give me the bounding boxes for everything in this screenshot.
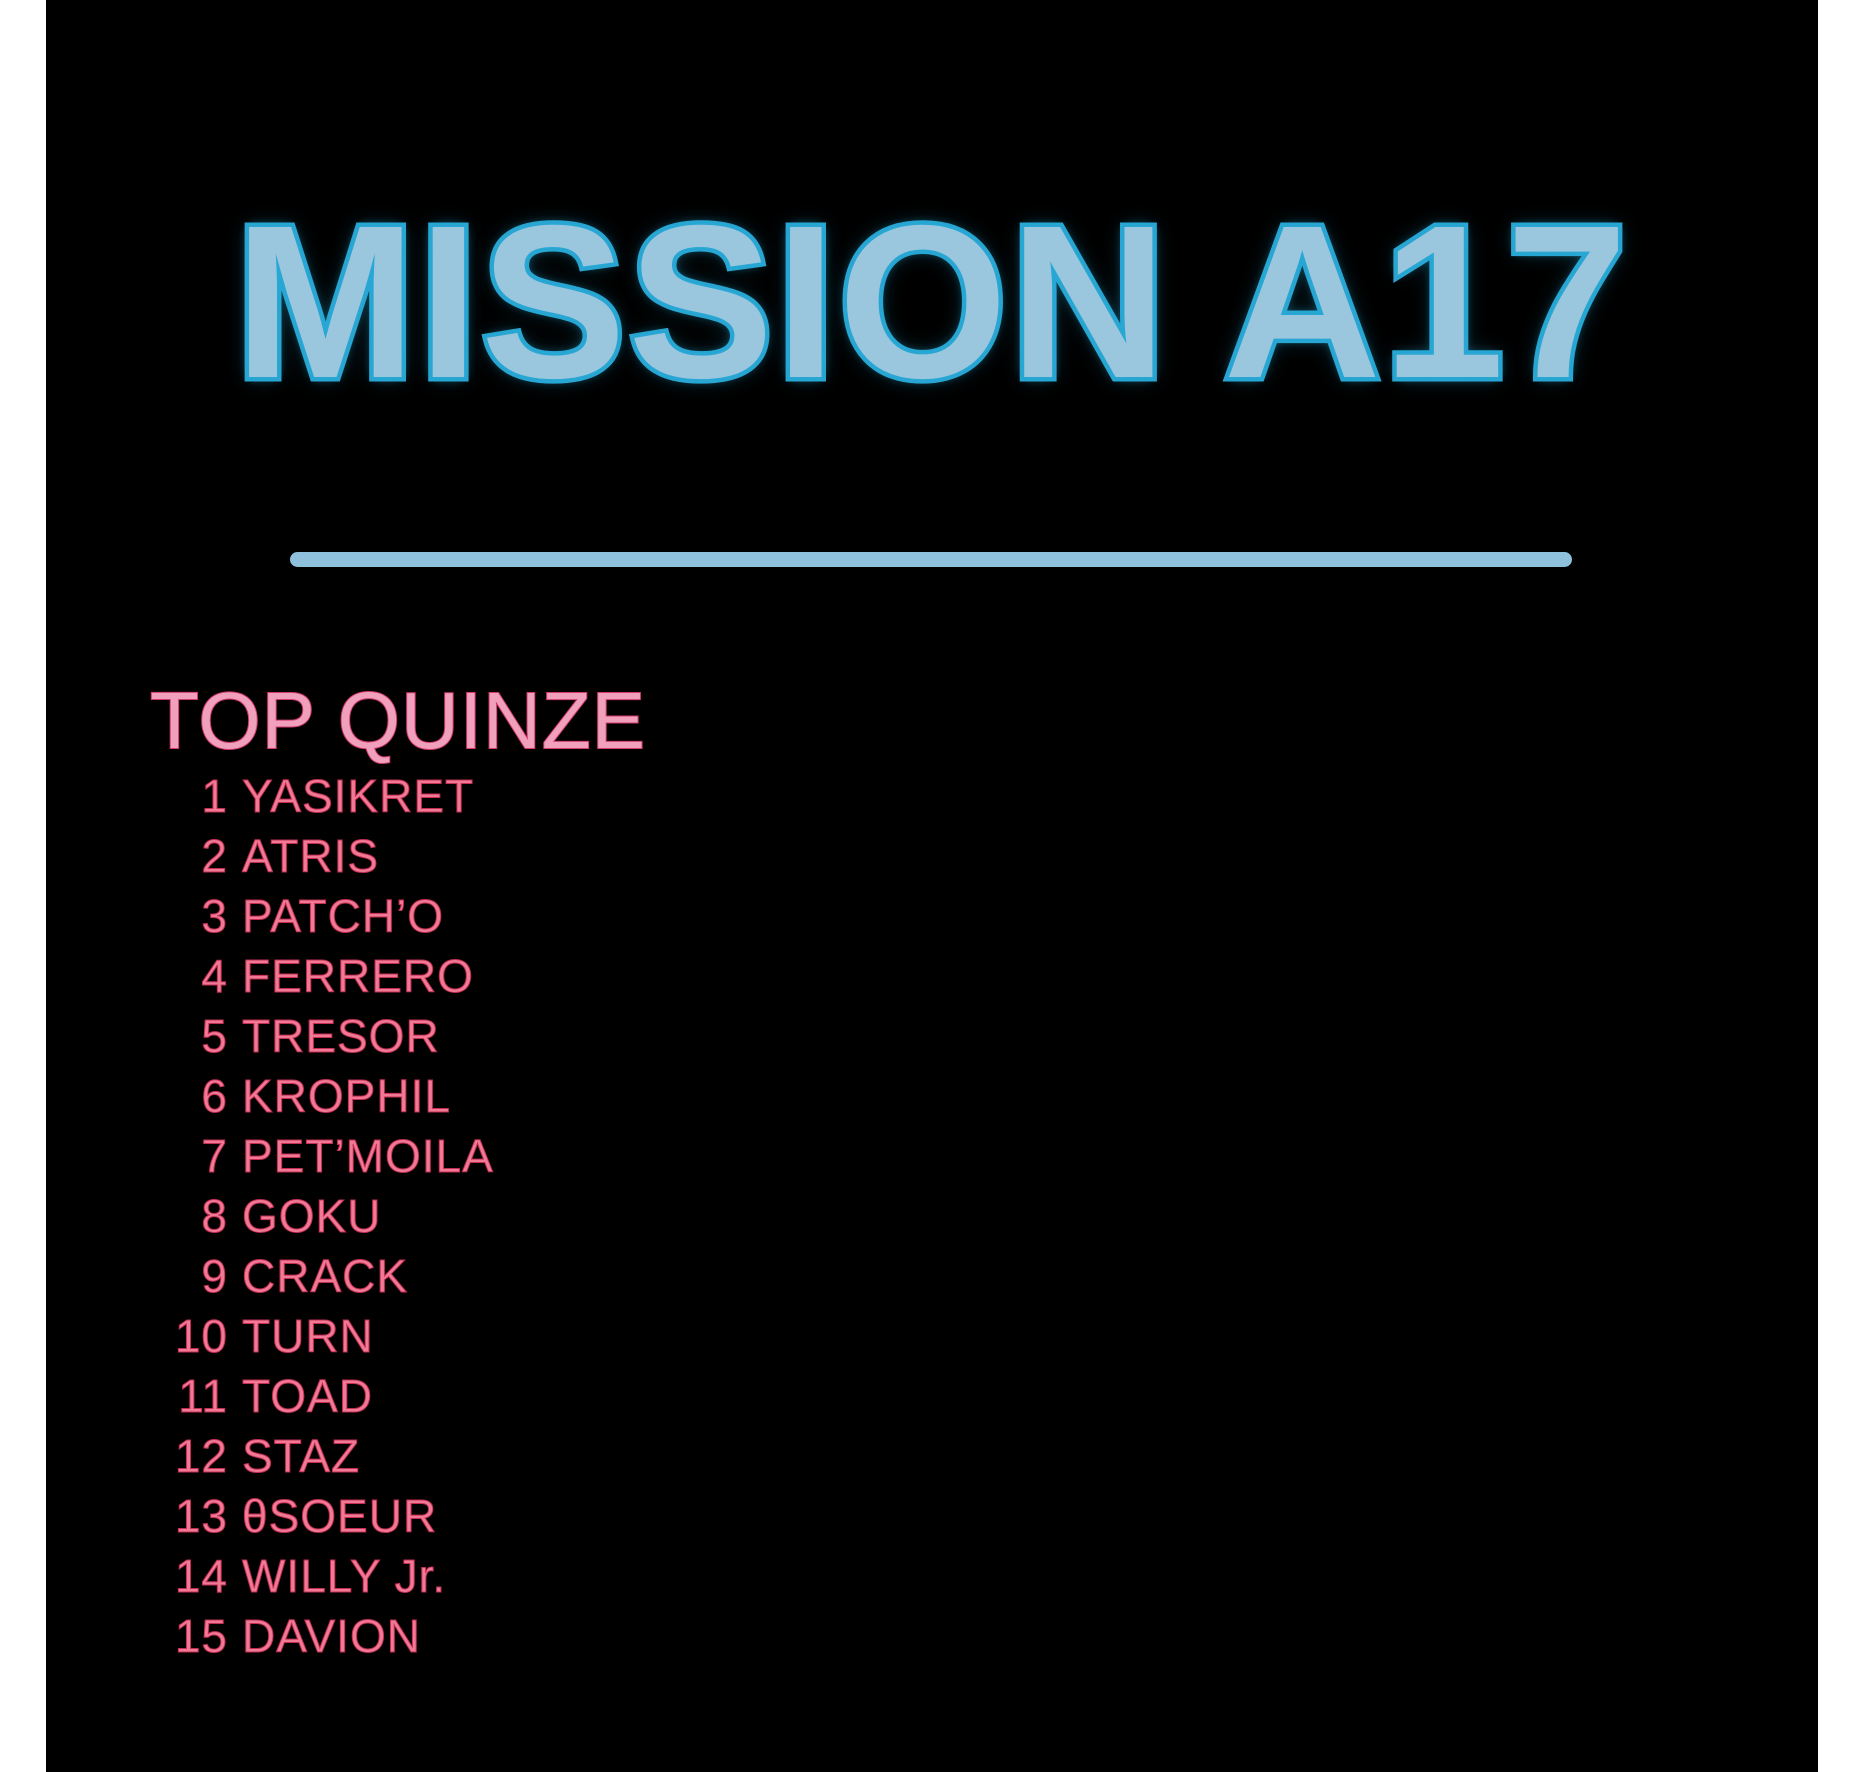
rank-number: 10: [174, 1310, 228, 1363]
ranking-entry: 12 STAZ: [156, 1426, 494, 1486]
ranking-entry: 14 WILLY Jr.: [156, 1546, 494, 1606]
list-heading: TOP QUINZE: [149, 675, 647, 766]
rank-number: 8: [201, 1190, 228, 1243]
player-name: DAVION: [242, 1610, 421, 1663]
ranking-entry: 3 PATCH’O: [156, 886, 494, 946]
rank-number: 6: [201, 1070, 228, 1123]
rank-number: 12: [174, 1430, 228, 1483]
ranking-entry: 6 KROPHIL: [156, 1066, 494, 1126]
player-name: PATCH’O: [241, 890, 445, 943]
player-name: TRESOR: [242, 1010, 440, 1063]
rank-number: 14: [174, 1550, 228, 1603]
ranking-entry: 13 θSOEUR: [156, 1486, 494, 1546]
ranking-entry: 5 TRESOR: [156, 1006, 494, 1066]
player-name: YASIKRET: [241, 770, 475, 823]
ranking-entry: 10 TURN: [156, 1306, 494, 1366]
divider-line: [290, 552, 1572, 567]
ranking-entry: 1 YASIKRET: [156, 766, 494, 826]
rank-number: 7: [201, 1130, 228, 1183]
player-name: KROPHIL: [242, 1070, 451, 1123]
rank-number: 3: [201, 890, 228, 943]
rank-number: 11: [178, 1370, 228, 1423]
ranking-entry: 8 GOKU: [156, 1186, 494, 1246]
player-name: FERRERO: [242, 950, 474, 1003]
player-name: WILLY Jr.: [241, 1550, 447, 1603]
ranking-entry: 7 PET’MOILA: [156, 1126, 494, 1186]
ranking-list: 1 YASIKRET 2 ATRIS 3 PATCH’O 4 FERRERO 5 TRES…: [156, 766, 494, 1666]
ranking-entry: 15 DAVION: [156, 1606, 494, 1666]
ranking-entry: 11 TOAD: [156, 1366, 494, 1426]
rank-number: 2: [201, 830, 228, 883]
rank-number: 9: [201, 1250, 228, 1303]
rank-number: 13: [174, 1490, 228, 1543]
rank-number: 1: [201, 770, 228, 823]
poster-panel: MISSION A17 TOP QUINZE 1 YASIKRET 2 ATRIS …: [46, 0, 1818, 1772]
rank-number: 5: [201, 1010, 228, 1063]
player-name: ATRIS: [241, 830, 380, 883]
ranking-entry: 9 CRACK: [156, 1246, 494, 1306]
player-name: PET’MOILA: [242, 1130, 494, 1183]
player-name: STAZ: [241, 1430, 361, 1483]
ranking-entry: 4 FERRERO: [156, 946, 494, 1006]
rank-number: 4: [201, 950, 228, 1003]
player-name: TOAD: [242, 1370, 373, 1423]
player-name: GOKU: [241, 1190, 382, 1243]
ranking-entry: 2 ATRIS: [156, 826, 494, 886]
poster-title: MISSION A17: [230, 181, 1632, 424]
player-name: θSOEUR: [241, 1490, 438, 1543]
player-name: CRACK: [241, 1250, 409, 1303]
rank-number: 15: [174, 1610, 228, 1663]
player-name: TURN: [242, 1310, 374, 1363]
